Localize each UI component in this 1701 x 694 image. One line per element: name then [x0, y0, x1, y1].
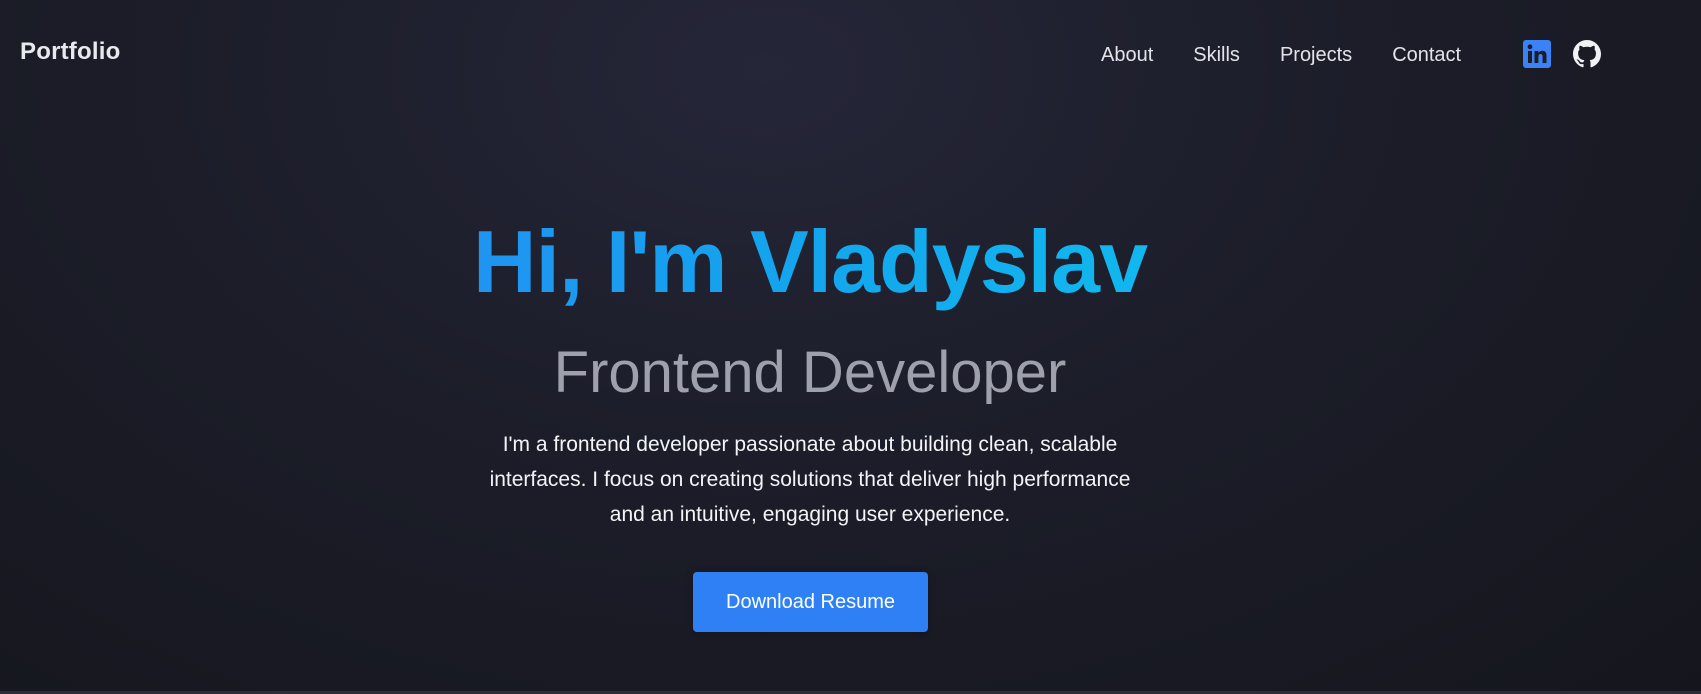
hero-title: Hi, I'm Vladyslav [0, 212, 1620, 312]
linkedin-icon [1523, 40, 1551, 68]
social-links [1523, 40, 1601, 68]
brand-logo[interactable]: Portfolio [20, 38, 120, 66]
linkedin-link[interactable] [1523, 40, 1551, 68]
github-icon [1573, 40, 1601, 68]
nav-link-contact[interactable]: Contact [1392, 40, 1461, 70]
hero-subtitle: Frontend Developer [553, 340, 1067, 405]
nav-link-about[interactable]: About [1101, 40, 1153, 70]
github-link[interactable] [1573, 40, 1601, 68]
download-resume-button[interactable]: Download Resume [693, 572, 928, 632]
navbar: Portfolio About Skills Projects Contact [0, 0, 1701, 110]
hero-description: I'm a frontend developer passionate abou… [489, 433, 1131, 526]
nav-link-projects[interactable]: Projects [1280, 40, 1352, 70]
nav-links: About Skills Projects Contact [1101, 40, 1461, 70]
nav-link-skills[interactable]: Skills [1193, 40, 1240, 70]
